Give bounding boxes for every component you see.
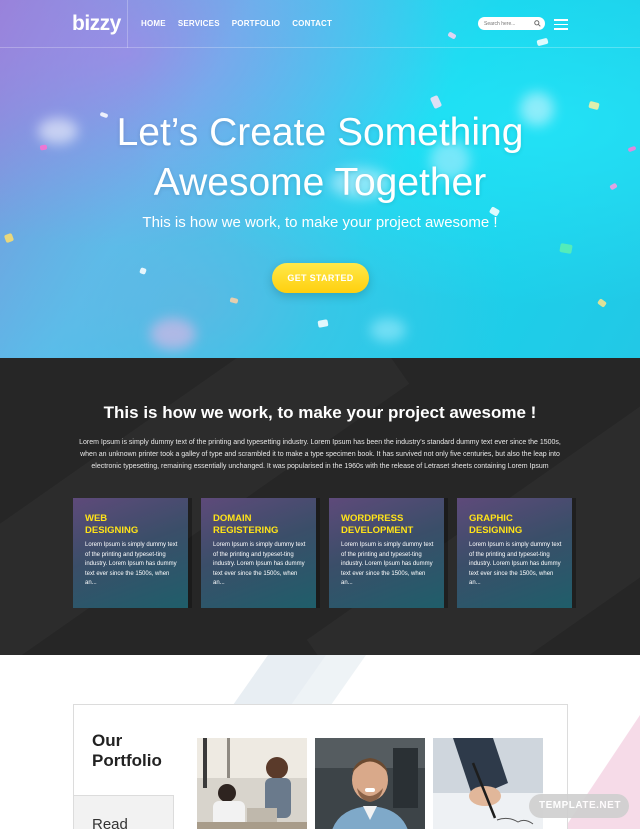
writing-photo	[433, 738, 543, 829]
confetti-piece	[559, 243, 573, 254]
hero-section: bizzy HOME SERVICES PORTFOLIO CONTACT Le…	[0, 0, 640, 358]
portfolio-heading-line-1: Our	[92, 731, 123, 750]
confetti-piece	[139, 267, 147, 275]
search-icon[interactable]	[534, 20, 541, 27]
hero-title-line-2: Awesome Together	[153, 161, 487, 204]
service-card-title: WEB DESIGNING	[85, 513, 185, 537]
nav-link-home[interactable]: HOME	[141, 19, 166, 28]
card-title-line-1: DOMAIN	[213, 513, 252, 524]
card-title-line-1: WEB	[85, 513, 108, 524]
services-description: Lorem Ipsum is simply dummy text of the …	[79, 439, 561, 471]
bokeh-light	[150, 318, 196, 350]
card-title-line-2: DEVELOPMENT	[341, 525, 414, 536]
watermark-label: TEMPLATE.NET	[539, 800, 621, 811]
bizzy-logo[interactable]: bizzy	[72, 12, 121, 36]
read-more-tab[interactable]: Read	[73, 795, 174, 829]
service-card-text: Lorem Ipsum is simply dummy text of the …	[469, 542, 562, 587]
nav-divider	[127, 0, 128, 48]
service-card-title: DOMAIN REGISTERING	[213, 513, 313, 537]
service-card-text: Lorem Ipsum is simply dummy text of the …	[341, 542, 434, 587]
nav-link-contact[interactable]: CONTACT	[292, 19, 332, 28]
template-net-watermark: TEMPLATE.NET	[529, 794, 629, 818]
hero-title: Let’s Create Something Awesome Together	[0, 108, 640, 208]
services-section: This is how we work, to make your projec…	[0, 358, 640, 655]
hero-title-line-1: Let’s Create Something	[116, 111, 524, 154]
service-card-title: GRAPHIC DESIGNING	[469, 513, 569, 537]
confetti-piece	[3, 232, 15, 244]
hamburger-menu-icon[interactable]	[554, 19, 568, 30]
service-card-graphic-designing[interactable]: GRAPHIC DESIGNING Lorem Ipsum is simply …	[457, 498, 572, 608]
service-card-wordpress-development[interactable]: WORDPRESS DEVELOPMENT Lorem Ipsum is sim…	[329, 498, 444, 608]
read-more-label: Read	[92, 816, 128, 829]
confetti-piece	[317, 319, 329, 328]
confetti-piece	[597, 298, 607, 308]
service-card-text: Lorem Ipsum is simply dummy text of the …	[85, 542, 178, 587]
nav-link-portfolio[interactable]: PORTFOLIO	[232, 19, 280, 28]
search-box	[478, 17, 545, 30]
portfolio-heading: Our Portfolio	[92, 731, 162, 771]
services-heading: This is how we work, to make your projec…	[103, 403, 537, 422]
service-card-domain-registering[interactable]: DOMAIN REGISTERING Lorem Ipsum is simply…	[201, 498, 316, 608]
portfolio-thumbnail-office[interactable]	[197, 738, 307, 829]
top-navigation: bizzy HOME SERVICES PORTFOLIO CONTACT	[0, 0, 640, 48]
service-card-text: Lorem Ipsum is simply dummy text of the …	[213, 542, 306, 587]
portrait-photo	[315, 738, 425, 829]
card-title-line-2: REGISTERING	[213, 525, 279, 536]
office-photo	[197, 738, 307, 829]
service-cards: WEB DESIGNING Lorem Ipsum is simply dumm…	[73, 498, 572, 608]
hero-subtitle: This is how we work, to make your projec…	[142, 214, 498, 231]
nav-link-services[interactable]: SERVICES	[178, 19, 220, 28]
portfolio-heading-line-2: Portfolio	[92, 751, 162, 770]
portfolio-panel: Our Portfolio Read	[73, 704, 568, 829]
portfolio-thumbnail-portrait[interactable]	[315, 738, 425, 829]
search-input[interactable]	[484, 19, 532, 28]
portfolio-thumbnail-writing[interactable]	[433, 738, 543, 829]
service-card-web-designing[interactable]: WEB DESIGNING Lorem Ipsum is simply dumm…	[73, 498, 188, 608]
card-title-line-1: GRAPHIC	[469, 513, 513, 524]
get-started-button[interactable]: GET STARTED	[272, 263, 369, 293]
service-card-title: WORDPRESS DEVELOPMENT	[341, 513, 441, 537]
card-title-line-1: WORDPRESS	[341, 513, 404, 524]
main-menu: HOME SERVICES PORTFOLIO CONTACT	[141, 19, 332, 28]
card-title-line-2: DESIGNING	[85, 525, 139, 536]
confetti-piece	[429, 94, 443, 110]
card-title-line-2: DESIGNING	[469, 525, 523, 536]
bokeh-light	[370, 318, 406, 342]
confetti-piece	[229, 297, 239, 304]
